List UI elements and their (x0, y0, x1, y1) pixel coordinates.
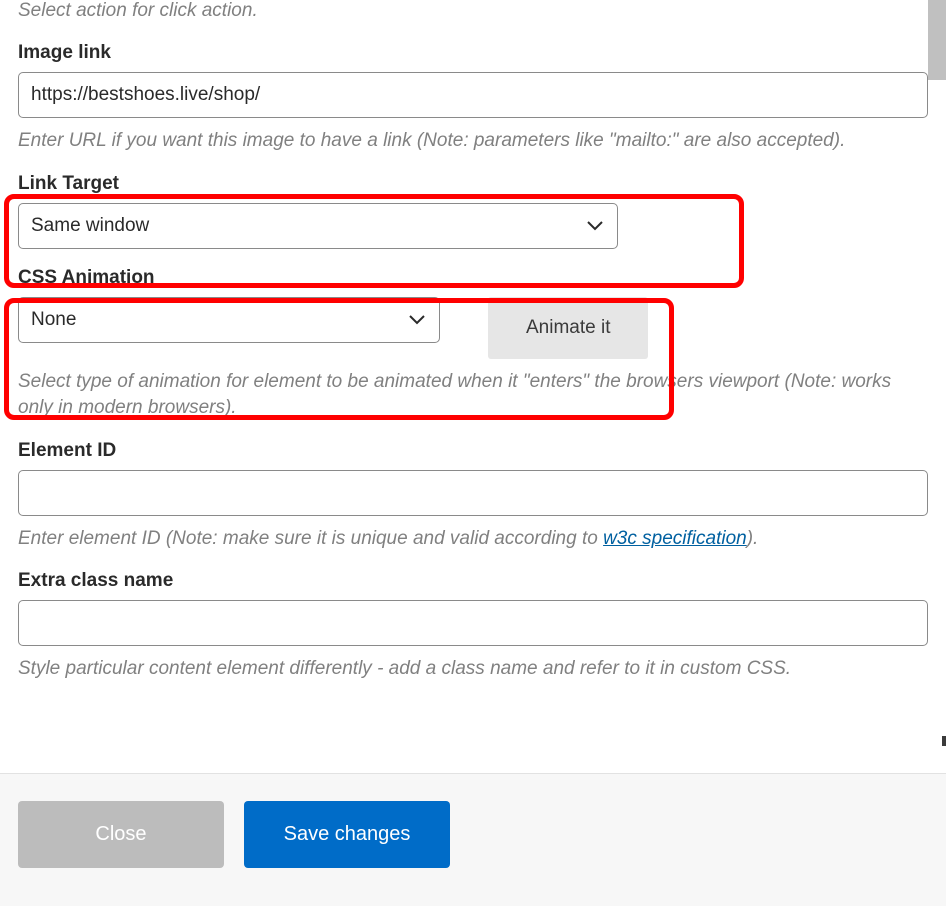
css-animation-help: Select type of animation for element to … (18, 369, 928, 422)
settings-form: Select action for click action. Image li… (0, 0, 946, 770)
element-id-help: Enter element ID (Note: make sure it is … (18, 526, 928, 553)
intro-text: Select action for click action. (18, 0, 928, 22)
css-animation-group: CSS Animation None Animate it Select typ… (18, 267, 928, 422)
css-animation-select-wrapper: None (18, 297, 440, 343)
save-changes-button[interactable]: Save changes (244, 801, 450, 868)
image-link-input[interactable] (18, 72, 928, 118)
css-animation-row: None Animate it (18, 297, 928, 359)
css-animation-select[interactable]: None (18, 297, 440, 343)
image-link-group: Image link Enter URL if you want this im… (18, 42, 928, 155)
element-id-group: Element ID Enter element ID (Note: make … (18, 440, 928, 553)
extra-class-label: Extra class name (18, 570, 928, 592)
element-id-label: Element ID (18, 440, 928, 462)
link-target-label: Link Target (18, 173, 928, 195)
link-target-group: Link Target Same window (18, 173, 928, 249)
w3c-spec-link[interactable]: w3c specification (603, 528, 747, 549)
element-id-input[interactable] (18, 470, 928, 516)
element-id-help-suffix: ). (747, 528, 759, 549)
scrollbar-thumb[interactable] (928, 0, 946, 80)
css-animation-label: CSS Animation (18, 267, 928, 289)
link-target-select[interactable]: Same window (18, 203, 618, 249)
animate-it-button[interactable]: Animate it (488, 297, 648, 359)
extra-class-help: Style particular content element differe… (18, 656, 928, 683)
close-button[interactable]: Close (18, 801, 224, 868)
footer-bar: Close Save changes (0, 773, 946, 906)
right-edge-indicator (942, 736, 946, 746)
extra-class-input[interactable] (18, 600, 928, 646)
element-id-help-prefix: Enter element ID (Note: make sure it is … (18, 528, 603, 549)
image-link-label: Image link (18, 42, 928, 64)
extra-class-group: Extra class name Style particular conten… (18, 570, 928, 683)
link-target-select-wrapper: Same window (18, 203, 618, 249)
scrollbar-track[interactable] (928, 0, 946, 906)
image-link-help: Enter URL if you want this image to have… (18, 128, 928, 155)
